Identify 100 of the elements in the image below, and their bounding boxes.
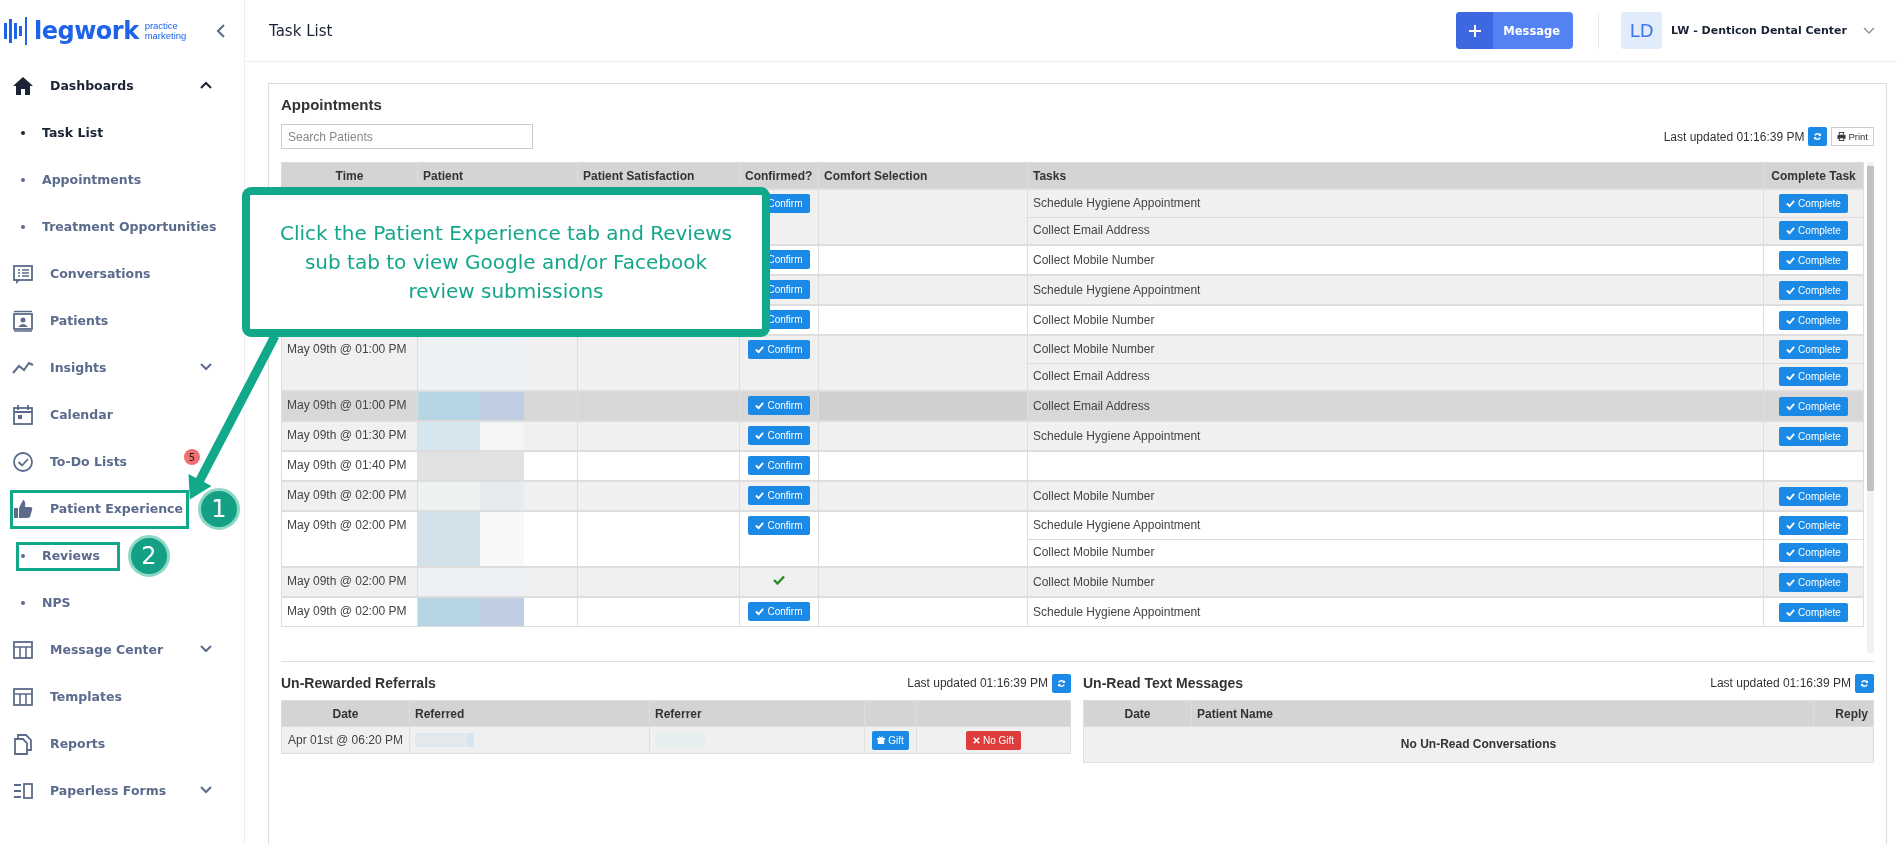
complete-button[interactable]: Complete bbox=[1779, 193, 1848, 213]
complete-button[interactable]: Complete bbox=[1779, 515, 1848, 535]
check-icon bbox=[1786, 607, 1796, 617]
bullet-icon bbox=[21, 130, 25, 135]
nav-item[interactable]: Templates bbox=[0, 673, 128, 720]
complete-button[interactable]: Complete bbox=[1779, 339, 1848, 359]
nav-subitem[interactable]: Reviews bbox=[0, 532, 106, 579]
nav-item[interactable]: Insights bbox=[0, 344, 220, 391]
complete-button[interactable]: Complete bbox=[1779, 221, 1848, 241]
check-icon bbox=[1786, 431, 1796, 441]
page-title: Task List bbox=[269, 21, 333, 40]
table-icon bbox=[12, 685, 34, 708]
check-icon bbox=[1786, 255, 1796, 265]
nav-item[interactable]: Patient Experience bbox=[0, 485, 189, 532]
check-icon bbox=[755, 431, 765, 440]
task-text: Schedule Hygiene Appointment bbox=[1033, 517, 1201, 532]
complete-button[interactable]: Complete bbox=[1779, 572, 1848, 592]
check-icon bbox=[1786, 491, 1796, 501]
empty-state-text: No Un-Read Conversations bbox=[1400, 737, 1557, 751]
complete-button[interactable]: Complete bbox=[1779, 250, 1848, 270]
check-icon bbox=[1786, 285, 1796, 295]
chat-list-icon bbox=[12, 262, 34, 285]
check-icon bbox=[755, 401, 765, 410]
bullet-icon bbox=[21, 177, 25, 182]
check-icon bbox=[755, 345, 765, 354]
task-text: Schedule Hygiene Appointment bbox=[1033, 604, 1201, 619]
gift-button[interactable]: Gift bbox=[872, 730, 909, 750]
nav-item[interactable]: Conversations bbox=[0, 250, 157, 297]
complete-button[interactable]: Complete bbox=[1779, 602, 1848, 622]
thumbs-up-icon bbox=[12, 497, 34, 520]
nav-item[interactable]: Dashboards bbox=[0, 62, 220, 109]
plus-icon bbox=[1467, 23, 1482, 38]
complete-button[interactable]: Complete bbox=[1779, 543, 1848, 563]
logo-bars-icon bbox=[4, 17, 28, 45]
copy-icon bbox=[12, 732, 34, 755]
account-name[interactable]: LW - Denticon Dental Center bbox=[1671, 24, 1847, 37]
column-header: Date bbox=[332, 706, 359, 721]
complete-button[interactable]: Complete bbox=[1779, 396, 1848, 416]
column-header: Referred bbox=[415, 706, 465, 721]
column-header: Patient bbox=[423, 168, 463, 183]
nav-subitem[interactable]: Task List bbox=[0, 109, 110, 156]
scrollbar[interactable] bbox=[1867, 162, 1874, 653]
section-title: Appointments bbox=[281, 95, 383, 115]
task-text: Schedule Hygiene Appointment bbox=[1033, 195, 1201, 210]
task-text: Collect Mobile Number bbox=[1033, 488, 1155, 503]
complete-button[interactable]: Complete bbox=[1779, 486, 1848, 506]
nav-item[interactable]: Message Center bbox=[0, 626, 220, 673]
close-icon bbox=[972, 736, 980, 744]
column-header: Patient Name bbox=[1197, 706, 1274, 721]
task-text: Collect Email Address bbox=[1033, 223, 1150, 238]
task-text: Schedule Hygiene Appointment bbox=[1033, 282, 1201, 297]
confirm-button[interactable]: Confirm bbox=[748, 340, 810, 359]
check-icon bbox=[1786, 372, 1796, 382]
no-gift-button[interactable]: No Gift bbox=[965, 730, 1022, 750]
nav-item[interactable]: To-Do Lists 5 bbox=[0, 438, 220, 485]
complete-button[interactable]: Complete bbox=[1779, 426, 1848, 446]
confirm-button[interactable]: Confirm bbox=[748, 396, 810, 415]
nav-item[interactable]: Paperless Forms bbox=[0, 767, 220, 814]
search-field[interactable]: Search Patients bbox=[281, 124, 533, 149]
complete-button[interactable]: Complete bbox=[1779, 280, 1848, 300]
column-header: Referrer bbox=[655, 706, 702, 721]
confirm-button[interactable]: Confirm bbox=[748, 516, 810, 535]
confirm-button[interactable]: Confirm bbox=[748, 456, 810, 475]
column-header: Patient Satisfaction bbox=[583, 168, 695, 183]
nav-item[interactable]: Reports bbox=[0, 720, 112, 767]
nav-subitem[interactable]: Treatment Opportunities bbox=[0, 203, 223, 250]
check-icon bbox=[1786, 198, 1796, 208]
refresh-icon bbox=[1057, 678, 1066, 688]
confirm-button[interactable]: Confirm bbox=[748, 486, 810, 505]
task-text: Collect Email Address bbox=[1033, 369, 1150, 384]
nav-subitem[interactable]: Appointments bbox=[0, 156, 148, 203]
nav-item[interactable]: Patients bbox=[0, 297, 115, 344]
chevron-down-icon[interactable] bbox=[1863, 26, 1875, 35]
avatar[interactable]: LD bbox=[1621, 12, 1663, 49]
refresh-button[interactable] bbox=[1052, 673, 1071, 693]
confirm-button[interactable]: Confirm bbox=[748, 426, 810, 445]
message-button[interactable]: Message bbox=[1456, 12, 1574, 49]
refresh-icon bbox=[1860, 678, 1869, 688]
chevron-left-icon[interactable] bbox=[214, 24, 227, 38]
task-text: Collect Email Address bbox=[1033, 398, 1150, 413]
complete-button[interactable]: Complete bbox=[1779, 367, 1848, 387]
nav-subitem[interactable]: NPS bbox=[0, 579, 77, 626]
refresh-button[interactable] bbox=[1808, 127, 1828, 146]
section-title: Un-Read Text Messages bbox=[1083, 674, 1243, 693]
complete-button[interactable]: Complete bbox=[1779, 310, 1848, 330]
column-header: Time bbox=[335, 168, 364, 183]
printer-icon bbox=[1837, 132, 1847, 141]
redacted-name bbox=[415, 733, 474, 748]
check-icon bbox=[1786, 548, 1796, 558]
instruction-tooltip: Click the Patient Experience tab and Reviews sub tab to view Google and/or Facebook review submissions bbox=[242, 187, 770, 337]
bullet-icon bbox=[21, 224, 25, 229]
column-header: Confirmed? bbox=[745, 168, 813, 183]
refresh-button[interactable] bbox=[1855, 673, 1874, 693]
last-updated-text: Last updated 01:16:39 PM bbox=[1663, 129, 1805, 144]
referral-date: Apr 01st @ 06:20 PM bbox=[288, 732, 403, 747]
print-button[interactable]: Print bbox=[1831, 127, 1874, 146]
confirm-button[interactable]: Confirm bbox=[748, 602, 810, 621]
check-icon bbox=[1786, 520, 1796, 530]
calendar-icon bbox=[12, 403, 34, 426]
nav-item[interactable]: Calendar bbox=[0, 391, 119, 438]
